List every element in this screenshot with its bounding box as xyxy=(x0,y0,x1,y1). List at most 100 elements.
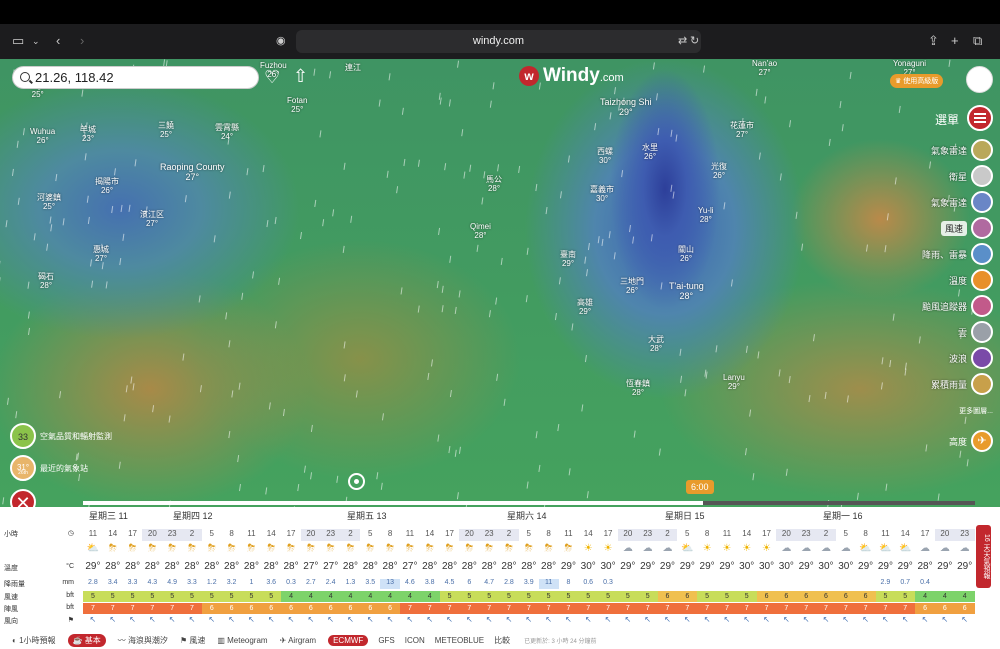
upload-icon[interactable]: ⇧ xyxy=(293,66,308,87)
wind-streak xyxy=(123,414,126,422)
layer-item[interactable]: 波浪 xyxy=(949,347,993,369)
search-value: 21.26, 118.42 xyxy=(35,70,114,85)
share-icon[interactable]: ⇪ xyxy=(928,32,939,50)
wind-streak xyxy=(457,60,460,68)
weather-station-button[interactable]: 31° 26th 最近的氣象站 xyxy=(10,455,88,481)
back-icon[interactable]: ‹ xyxy=(56,32,60,50)
wind-particles xyxy=(0,59,974,507)
forecast-tab[interactable]: ✈ Airgram xyxy=(280,636,317,645)
wind-cell: 4 xyxy=(360,591,381,602)
station-value: 31° 26th xyxy=(10,455,36,481)
layer-item[interactable]: 雲 xyxy=(958,321,993,343)
forecast-tab[interactable]: ☕ 基本 xyxy=(67,633,106,647)
heart-icon[interactable]: ♡ xyxy=(264,67,280,88)
wind-streak xyxy=(278,277,281,285)
wind-arrow-icon: ↖ xyxy=(168,615,176,624)
rain-cell: 11 xyxy=(538,579,559,589)
layer-item[interactable]: 溫度 xyxy=(949,269,993,291)
search-input[interactable]: 21.26, 118.42 xyxy=(12,66,259,89)
weather-icon: ☁ xyxy=(662,543,673,554)
forecast-tab[interactable]: 〰 海浪與潮汐 xyxy=(118,635,168,646)
weather-icon: ☁ xyxy=(781,543,792,554)
wind-streak xyxy=(559,191,562,199)
hour-cell: 2 xyxy=(816,529,836,541)
menu-label[interactable]: 選單 xyxy=(935,111,959,128)
gust-cell: 6 xyxy=(320,603,341,614)
altitude-control[interactable]: 高度 ✈ xyxy=(949,430,993,452)
layer-item[interactable]: 降雨、雷暴 xyxy=(922,243,993,265)
weather-map[interactable]: Ningde25°Fuzhou26°連江Fotan25°Wuhua26°羊城23… xyxy=(0,59,1000,507)
wind-streak xyxy=(489,100,492,108)
gust-cell: 7 xyxy=(637,603,658,614)
location-marker-icon[interactable] xyxy=(348,473,365,490)
wind-streak xyxy=(458,290,461,298)
premium-button[interactable]: ♛ 使用高級版 xyxy=(890,74,944,88)
layer-item[interactable]: 風速 xyxy=(940,217,993,239)
forecast-tab[interactable]: ⚑ 風速 xyxy=(180,635,205,646)
more-layers-link[interactable]: 更多圖層... xyxy=(959,406,993,416)
layer-item[interactable]: 氣象雷達 xyxy=(931,191,993,213)
sidebar-toggle-icon[interactable]: ▭ xyxy=(12,32,24,50)
translate-icon[interactable]: ⇄ xyxy=(678,32,687,50)
temp-cell: 28° xyxy=(441,561,458,572)
model-button[interactable]: ICON xyxy=(405,636,425,645)
wind-streak xyxy=(584,256,587,264)
chevron-down-icon[interactable]: ⌄ xyxy=(32,32,40,50)
menu-button[interactable] xyxy=(967,105,993,131)
reload-icon[interactable]: ↻ xyxy=(690,32,699,50)
wind-streak xyxy=(228,340,231,348)
rain-cell: 4.5 xyxy=(444,579,455,586)
windy-logo[interactable]: w Windy.com xyxy=(519,65,624,87)
layer-label: 風速 xyxy=(940,220,967,236)
wind-streak xyxy=(231,390,234,398)
wind-cell: 5 xyxy=(102,591,123,602)
16-day-forecast-tab[interactable]: 16 天天氣預報 xyxy=(976,525,991,588)
forward-icon[interactable]: › xyxy=(80,32,84,50)
wind-arrow-icon: ↖ xyxy=(763,615,770,624)
wind-streak xyxy=(752,473,755,481)
wind-streak xyxy=(86,195,89,203)
wind-streak xyxy=(17,197,20,205)
forecast-tab[interactable]: ◐ 1小時預報 xyxy=(12,635,56,646)
hour-cell: 23 xyxy=(162,529,183,541)
model-button[interactable]: ECMWF xyxy=(328,634,369,646)
layer-item[interactable]: 氣象雷達 xyxy=(931,139,993,161)
timeline-slider[interactable] xyxy=(83,501,975,505)
weather-icon: ⛅ xyxy=(681,543,694,554)
city-name: Raoping County xyxy=(160,162,225,172)
layer-item[interactable]: 颱風追蹤器 xyxy=(922,295,993,317)
time-badge[interactable]: 6:00 xyxy=(686,480,714,494)
model-button[interactable]: METEOBLUE xyxy=(435,636,484,645)
forecast-tab[interactable]: ▥ Meteogram xyxy=(217,636,267,645)
wind-streak xyxy=(441,285,444,293)
model-button[interactable]: 比較 xyxy=(494,635,510,646)
wind-streak xyxy=(744,448,747,456)
tabs-overview-icon[interactable]: ⧉ xyxy=(973,32,982,50)
model-button[interactable]: GFS xyxy=(378,636,394,645)
temp-cell: 28° xyxy=(382,561,398,572)
layer-item[interactable]: 衛星 xyxy=(949,165,993,187)
layer-item[interactable]: 累積雨量 xyxy=(931,373,993,395)
temp-cell: 29° xyxy=(85,561,101,572)
city-label: 連江 xyxy=(345,63,361,72)
tab-icon: ▥ xyxy=(217,635,228,645)
wind-cell: 5 xyxy=(261,591,282,602)
new-tab-icon[interactable]: + xyxy=(951,32,959,50)
air-quality-button[interactable]: 33 空氣品質和輻射監測 xyxy=(10,423,112,449)
wind-arrow-icon: ↖ xyxy=(465,615,473,624)
hour-cell: 14 xyxy=(900,529,910,538)
wind-streak xyxy=(388,73,391,81)
rain-row-label: 降雨量 mm xyxy=(4,579,74,588)
rain-cell: 1 xyxy=(249,579,254,586)
wind-streak xyxy=(518,165,521,173)
wind-streak xyxy=(703,65,706,73)
temp-cell: 28° xyxy=(144,561,160,572)
user-avatar[interactable] xyxy=(966,66,993,93)
wind-streak xyxy=(28,327,30,336)
layer-icon xyxy=(971,139,993,161)
wind-streak xyxy=(16,140,19,148)
address-bar[interactable]: windy.com xyxy=(296,30,701,53)
wind-streak xyxy=(266,219,269,228)
extension-icon[interactable]: ◉ xyxy=(276,32,286,50)
logo-suffix: .com xyxy=(599,72,624,84)
